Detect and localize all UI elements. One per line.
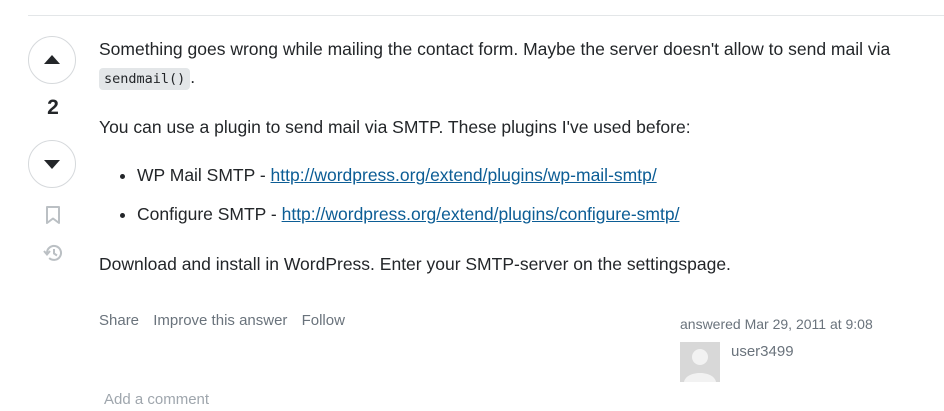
user-signature: answered Mar 29, 2011 at 9:08 user3499 [680,316,930,382]
downvote-button[interactable] [28,140,76,188]
add-comment-link[interactable]: Add a comment [104,391,209,408]
user-name-link[interactable]: user3499 [731,343,794,360]
paragraph-1: Something goes wrong while mailing the c… [99,35,929,93]
plugin-name: Configure SMTP - [137,204,282,224]
plugin-name: WP Mail SMTP - [137,165,271,185]
list-item: Configure SMTP - http://wordpress.org/ex… [137,200,929,228]
avatar[interactable] [680,342,720,382]
paragraph-2: You can use a plugin to send mail via SM… [99,117,691,137]
paragraph-1-text: Something goes wrong while mailing the c… [99,39,891,59]
answer-body: Something goes wrong while mailing the c… [99,35,929,298]
answered-time: answered Mar 29, 2011 at 9:08 [680,316,873,332]
downvote-arrow-icon [44,160,60,169]
post-menu: Share Improve this answer Follow [99,312,355,329]
top-divider [28,15,944,16]
history-icon[interactable] [42,242,64,264]
paragraph-1-end: . [190,67,196,87]
list-item: WP Mail SMTP - http://wordpress.org/exte… [137,161,929,189]
plugin-list: WP Mail SMTP - http://wordpress.org/exte… [99,161,929,228]
upvote-arrow-icon [44,55,60,64]
follow-link[interactable]: Follow [302,312,345,329]
bookmark-icon[interactable] [42,204,64,226]
improve-answer-link[interactable]: Improve this answer [153,312,287,329]
plugin-link[interactable]: http://wordpress.org/extend/plugins/conf… [282,204,680,224]
paragraph-3: Download and install in WordPress. Enter… [99,254,731,274]
plugin-link[interactable]: http://wordpress.org/extend/plugins/wp-m… [271,165,657,185]
upvote-button[interactable] [28,36,76,84]
share-link[interactable]: Share [99,312,139,329]
inline-code: sendmail() [99,68,191,90]
default-avatar-icon [684,349,716,382]
vote-count: 2 [47,96,59,119]
